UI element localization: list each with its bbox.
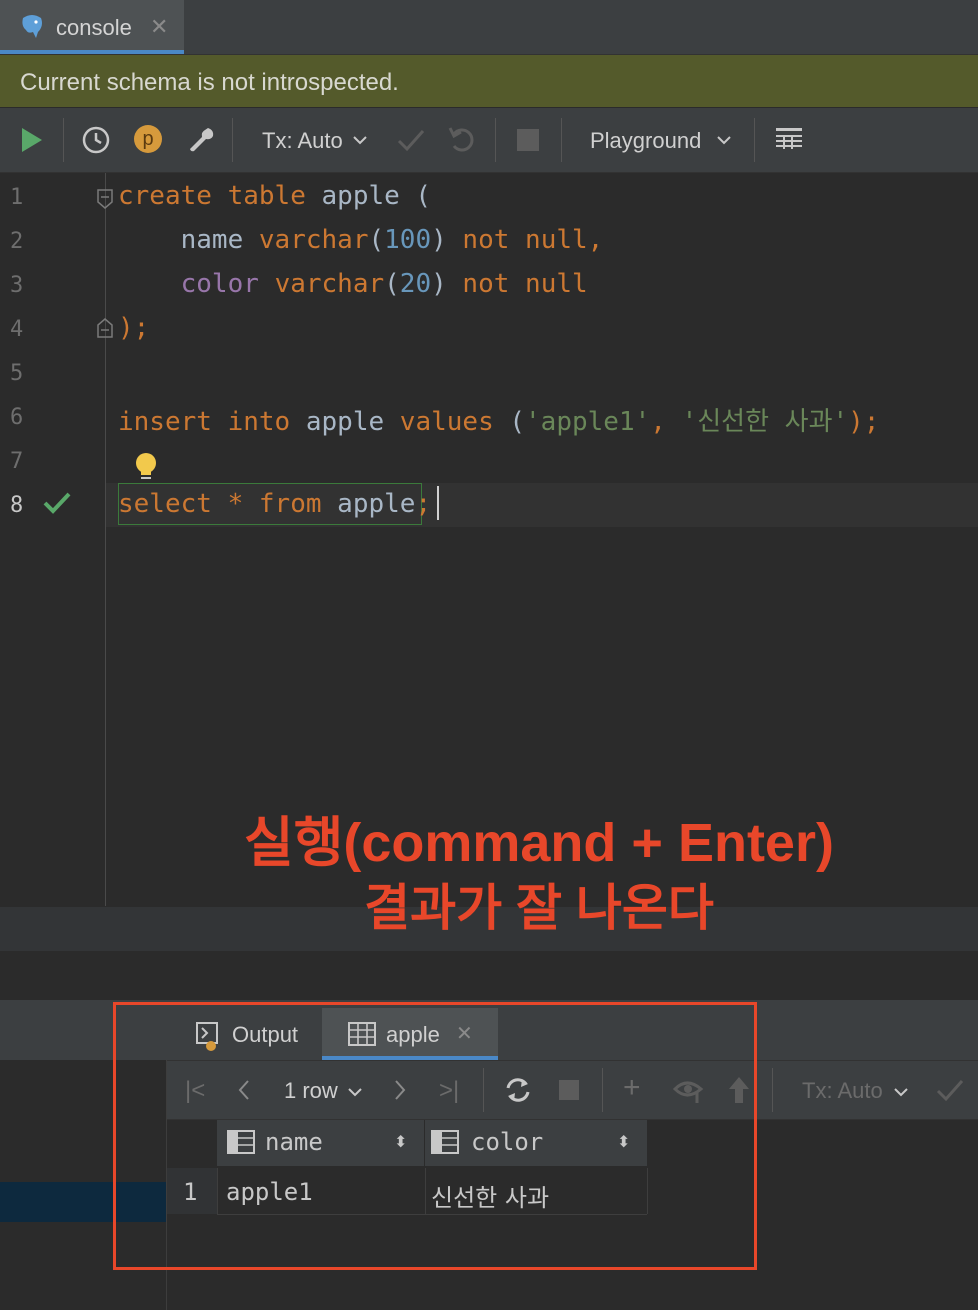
chevron-down-icon [352,134,368,152]
line-number: 6 [10,405,24,430]
commit-icon[interactable] [396,126,426,159]
sql-type: varchar [258,225,369,255]
tab-console-label: console [56,15,132,40]
schema-notice-banner: Current schema is not introspected. [0,55,978,107]
sql-operator: * [227,489,244,519]
sql-punct: ; [415,489,432,519]
line-number: 5 [10,361,24,386]
gutter-divider [105,173,106,906]
toolbar-divider [754,118,755,162]
sql-punct: ); [118,313,150,343]
code-line-1: create table apple ( [118,181,431,211]
rollback-icon[interactable] [448,124,476,159]
code-line-2: name varchar(100) not null, [118,225,604,255]
sql-keyword: from [258,489,322,519]
console-toolbar: p Tx: Auto Playground [0,108,978,173]
toolbar-divider [63,118,64,162]
line-number: 1 [10,185,24,210]
results-tx-mode-dropdown[interactable]: Tx: Auto [802,1078,883,1104]
sql-string: '신선한 사과' [681,407,849,437]
sql-keyword: create [118,181,212,211]
annotation-subtitle: 결과가 잘 나온다 [364,880,714,936]
sql-number: 20 [399,269,432,299]
sql-keyword: not [462,225,510,255]
sql-identifier: apple [305,407,385,437]
fold-start-icon[interactable] [96,188,114,215]
execution-success-check-icon [42,491,72,520]
sql-punct: , [650,407,666,437]
sql-punct: ); [848,407,880,437]
toolbar-divider [772,1068,773,1112]
annotation-title: 실행(command + Enter) [244,813,834,873]
sql-keyword: select [118,489,212,519]
line-number: 3 [10,273,24,298]
code-line-4: ); [118,313,149,343]
toolbar-divider [232,118,233,162]
sql-punct: ( [384,269,400,299]
parameters-icon[interactable]: p [134,125,162,153]
line-number: 7 [10,449,24,474]
commit-icon[interactable] [935,1077,965,1108]
sql-keyword: insert [118,407,212,437]
code-line-3: color varchar(20) not null [118,269,588,299]
chevron-down-icon [716,134,732,152]
sql-type: varchar [274,269,385,299]
sql-keyword: into [227,407,291,437]
run-icon[interactable] [20,126,44,159]
sql-punct: ) [431,269,447,299]
sql-keyword: values [399,407,494,437]
fold-end-icon[interactable] [96,317,114,344]
sql-string: 'apple1' [525,407,651,437]
postgres-elephant-icon [18,12,46,45]
sql-keyword: null [525,269,588,299]
sql-punct: ( [368,225,385,255]
stop-icon[interactable] [517,129,539,151]
chevron-down-icon [893,1086,909,1104]
tab-console[interactable]: console ✕ [0,0,184,54]
sql-column: name [180,225,244,255]
code-line-6: insert into apple values ('apple1', '신선한… [118,401,879,438]
sql-keyword: null, [525,225,604,255]
schema-notice-text: Current schema is not introspected. [20,69,399,96]
toolbar-divider [495,118,496,162]
text-caret [437,486,439,520]
code-line-8: select * from apple; [118,489,431,519]
close-icon[interactable]: ✕ [150,14,168,40]
table-layout-icon[interactable] [775,126,803,157]
highlight-box [113,1002,757,1270]
sql-column: color [180,269,259,299]
sql-identifier: apple ( [321,181,432,211]
playground-dropdown[interactable]: Playground [590,128,701,154]
toolbar-divider [561,118,562,162]
sql-keyword: not [462,269,510,299]
line-number: 4 [10,317,24,342]
active-tab-indicator [0,50,184,54]
sql-punct: ) [431,225,447,255]
wrench-icon[interactable] [186,124,216,159]
line-number: 2 [10,229,24,254]
sql-keyword: table [227,181,306,211]
sql-punct: ( [509,407,526,437]
line-number: 8 [10,493,24,518]
history-icon[interactable] [81,125,111,160]
sql-number: 100 [384,225,432,255]
sql-identifier: apple [337,489,416,519]
tx-mode-dropdown[interactable]: Tx: Auto [262,128,343,154]
